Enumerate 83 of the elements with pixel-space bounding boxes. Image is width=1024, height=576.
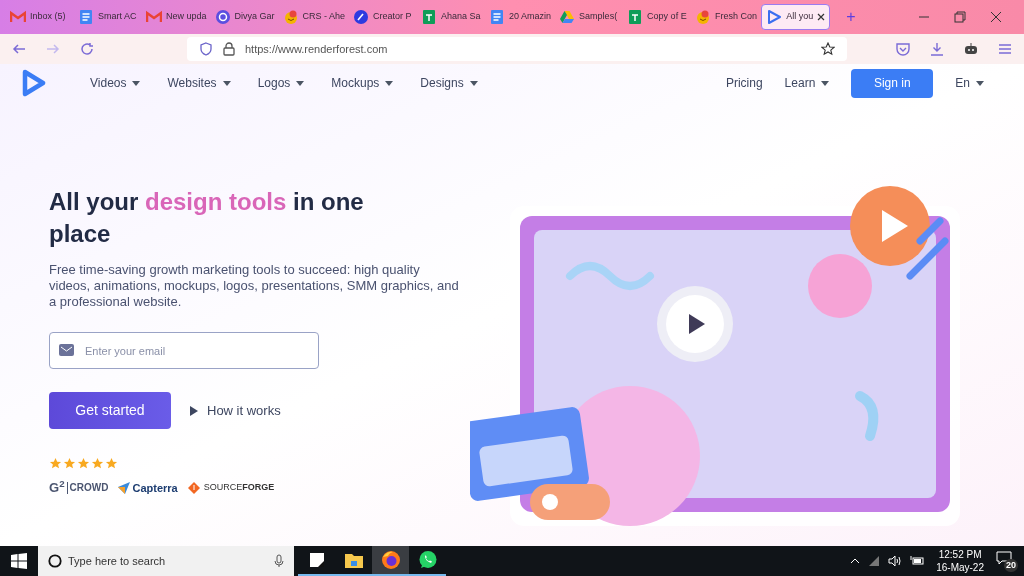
mail-icon <box>10 9 26 25</box>
review-logo: SOURCEFORGE <box>187 481 275 495</box>
browser-icon <box>380 550 401 570</box>
lock-icon <box>223 42 235 56</box>
nav-link[interactable]: Pricing <box>725 74 763 92</box>
nav-link[interactable]: Learn <box>784 74 830 92</box>
url-text: https://www.renderforest.com <box>245 41 388 57</box>
language-selector[interactable]: En <box>955 74 984 92</box>
back-icon[interactable] <box>12 42 26 56</box>
browser-tab[interactable]: 20 Amazin <box>485 4 556 30</box>
restore-icon[interactable] <box>954 11 966 23</box>
browser-tab[interactable]: Samples( <box>555 4 624 30</box>
task-view-icon <box>308 552 325 568</box>
star-icon <box>49 457 62 470</box>
battery-icon[interactable] <box>910 555 925 567</box>
mail-icon <box>146 9 162 25</box>
windows-start-icon[interactable] <box>11 553 27 569</box>
download-icon[interactable] <box>930 42 944 56</box>
star-icon <box>77 457 90 470</box>
star-icon <box>91 457 104 470</box>
smiley-icon <box>282 9 299 25</box>
address-bar[interactable]: https://www.renderforest.com <box>187 37 847 61</box>
shield-icon <box>199 42 213 56</box>
review-logo: Capterra <box>118 479 178 496</box>
smiley-icon <box>695 9 712 25</box>
cortana-icon <box>48 554 62 568</box>
browser-tab[interactable]: Smart AC <box>74 4 142 30</box>
caret-icon <box>469 79 478 87</box>
play-icon <box>189 405 199 416</box>
nav-link[interactable]: Websites <box>167 74 231 92</box>
hero-description: Free time-saving growth marketing tools to succeed: high quality videos, animations, mockups, logos, presentations, SMM graphics, and a professional website. <box>49 262 459 310</box>
browser-tab[interactable]: New upda <box>142 4 211 30</box>
caret-icon <box>222 79 231 87</box>
pen-icon <box>353 9 370 25</box>
nav-link[interactable]: Videos <box>90 74 141 92</box>
logo-icon[interactable] <box>22 69 46 97</box>
nav-link[interactable]: Designs <box>420 74 478 92</box>
document-icon <box>489 9 506 25</box>
nav-link[interactable]: Mockups <box>331 74 394 92</box>
clock-time: 12:52 PM <box>938 548 982 561</box>
star-icon[interactable] <box>821 42 835 56</box>
caret-icon <box>821 79 830 87</box>
browser-tab[interactable]: Fresh Con <box>691 4 762 30</box>
sign-in-button[interactable]: Sign in <box>851 68 934 98</box>
microphone-icon[interactable] <box>274 554 284 568</box>
review-logo: G$^{2}$ CROWD <box>49 478 109 497</box>
spreadsheet-icon <box>421 9 438 25</box>
browser-tab[interactable]: Copy of E <box>623 4 692 30</box>
browser-tab[interactable]: Ahana Sa <box>417 4 486 30</box>
spreadsheet-icon <box>627 9 644 25</box>
reload-icon[interactable] <box>80 42 94 56</box>
taskbar-search-field[interactable]: Type here to search <box>38 546 294 576</box>
notification-badge[interactable]: 20 <box>996 550 1018 572</box>
how-it-works-link[interactable]: How it works <box>189 400 281 421</box>
speaker-icon[interactable] <box>888 555 903 567</box>
browser-tab[interactable]: Divya Gar <box>210 4 279 30</box>
email-field[interactable]: Enter your email <box>49 332 319 369</box>
browser-tab[interactable]: All you <box>761 4 831 30</box>
browser-tab[interactable]: Creator P <box>349 4 418 30</box>
chat-icon <box>417 550 438 570</box>
browser-tab[interactable]: CRS - Ahe <box>278 4 350 30</box>
get-started-button[interactable]: Get started <box>49 392 171 429</box>
star-icon <box>105 457 118 470</box>
triangle-icon <box>559 9 576 25</box>
robot-icon[interactable] <box>964 42 978 56</box>
star-icon <box>63 457 76 470</box>
caret-icon <box>976 79 984 87</box>
close-icon[interactable] <box>817 13 826 21</box>
document-icon <box>78 9 94 25</box>
envelope-icon <box>59 344 74 356</box>
caret-icon <box>296 79 305 87</box>
chat-icon <box>214 9 231 25</box>
nav-link[interactable]: Logos <box>257 74 305 92</box>
hero-heading: All your design tools in one place <box>49 187 365 249</box>
close-icon[interactable] <box>990 11 1002 23</box>
caret-icon <box>385 79 394 87</box>
browser-tab[interactable]: Inbox (5) <box>6 4 74 30</box>
chevron-up-icon[interactable] <box>850 556 861 566</box>
caret-icon <box>132 79 141 87</box>
menu-icon[interactable] <box>998 42 1012 56</box>
play-icon <box>766 9 783 25</box>
clock-date: 16-May-22 <box>936 561 984 574</box>
pocket-icon[interactable] <box>896 42 910 56</box>
